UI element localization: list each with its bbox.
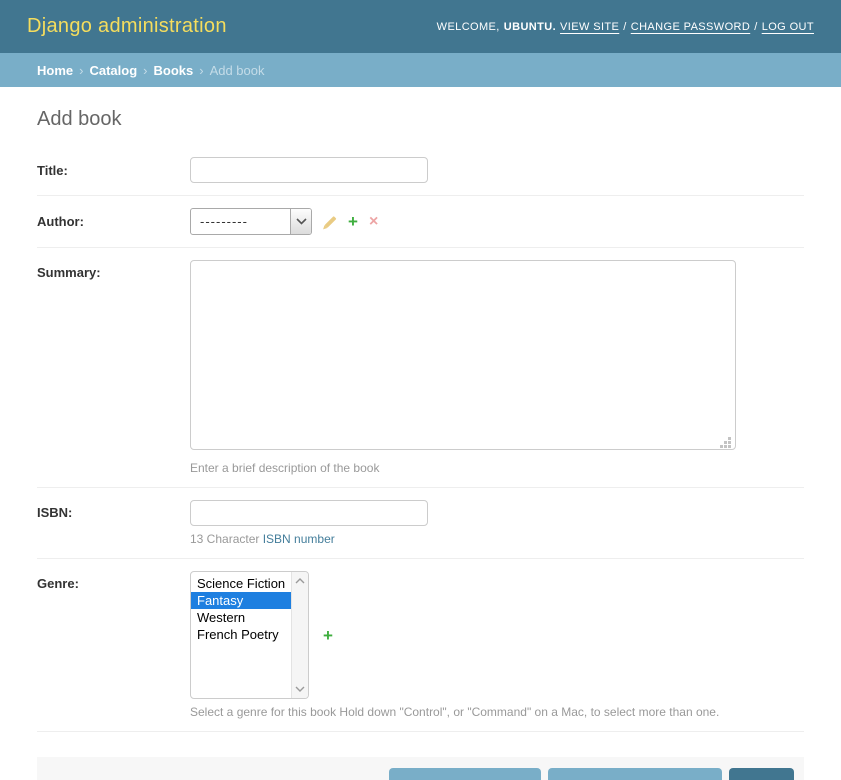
genre-multiselect[interactable]: Science FictionFantasyWesternFrench Poet…: [190, 571, 309, 699]
title-input[interactable]: [190, 157, 428, 183]
resize-grip-icon[interactable]: [728, 445, 731, 448]
listbox-scrollbar[interactable]: [291, 572, 308, 698]
breadcrumb-catalog[interactable]: Catalog: [89, 63, 137, 78]
author-field-row: Author: --------- + ×: [37, 196, 804, 248]
breadcrumb-home[interactable]: Home: [37, 63, 73, 78]
save-and-add-another-button[interactable]: Save and add another: [389, 768, 541, 780]
save-and-continue-button[interactable]: Save and continue editing: [548, 768, 722, 780]
breadcrumb: Home › Catalog › Books › Add book: [0, 53, 841, 87]
isbn-control: 13 Character ISBN number: [190, 500, 428, 546]
summary-label: Summary:: [37, 260, 190, 280]
isbn-field-row: ISBN: 13 Character ISBN number: [37, 488, 804, 559]
breadcrumb-separator: ›: [143, 63, 147, 78]
genre-option[interactable]: Science Fiction: [191, 575, 291, 592]
summary-control: Enter a brief description of the book: [190, 260, 736, 475]
author-label: Author:: [37, 214, 190, 229]
welcome-text: WELCOME,: [437, 21, 500, 33]
change-password-link[interactable]: CHANGE PASSWORD: [631, 21, 750, 33]
author-control: --------- + ×: [190, 208, 378, 235]
save-button[interactable]: SAVE: [729, 768, 794, 780]
summary-field-row: Summary: Enter a brief description of th…: [37, 248, 804, 488]
breadcrumb-current: Add book: [210, 63, 265, 78]
view-site-link[interactable]: VIEW SITE: [560, 21, 619, 33]
genre-option[interactable]: French Poetry: [191, 626, 291, 643]
genre-help-text: Select a genre for this book Hold down "…: [190, 705, 719, 719]
genre-options: Science FictionFantasyWesternFrench Poet…: [191, 572, 291, 698]
log-out-link[interactable]: LOG OUT: [762, 21, 814, 33]
author-related-actions: + ×: [324, 213, 378, 230]
summary-textarea[interactable]: [190, 260, 736, 450]
breadcrumb-books[interactable]: Books: [153, 63, 193, 78]
genre-field-row: Genre: Science FictionFantasyWesternFren…: [37, 559, 804, 732]
isbn-help-text: 13 Character ISBN number: [190, 532, 428, 546]
add-author-plus-icon[interactable]: +: [348, 213, 358, 230]
breadcrumb-separator: ›: [199, 63, 203, 78]
submit-row: Save and add another Save and continue e…: [37, 757, 804, 780]
delete-author-x-icon[interactable]: ×: [369, 214, 378, 230]
genre-control: Science FictionFantasyWesternFrench Poet…: [190, 571, 719, 699]
author-select[interactable]: ---------: [190, 208, 312, 235]
genre-control-wrap: Science FictionFantasyWesternFrench Poet…: [190, 571, 719, 719]
isbn-help-prefix: 13 Character: [190, 532, 263, 546]
username: UBUNTU.: [504, 21, 556, 33]
main-content: Add book Title: Author: --------- + ×: [0, 108, 841, 732]
breadcrumb-separator: ›: [79, 63, 83, 78]
add-book-form: Title: Author: --------- + × Summ: [37, 145, 804, 732]
user-tools: WELCOME, UBUNTU. VIEW SITE / CHANGE PASS…: [437, 21, 814, 33]
genre-label: Genre:: [37, 571, 190, 591]
separator: /: [623, 21, 626, 33]
admin-header: Django administration WELCOME, UBUNTU. V…: [0, 0, 841, 53]
author-selected-value: ---------: [191, 209, 290, 234]
separator: /: [754, 21, 757, 33]
summary-help-text: Enter a brief description of the book: [190, 461, 736, 475]
title-field-row: Title:: [37, 145, 804, 196]
isbn-number-link[interactable]: ISBN number: [263, 532, 335, 546]
title-label: Title:: [37, 163, 190, 178]
chevron-down-icon[interactable]: [290, 209, 311, 234]
add-genre-plus-icon[interactable]: +: [323, 627, 333, 644]
scroll-down-icon[interactable]: [295, 686, 305, 692]
isbn-label: ISBN:: [37, 500, 190, 520]
isbn-input[interactable]: [190, 500, 428, 526]
scroll-up-icon[interactable]: [295, 578, 305, 584]
genre-option[interactable]: Western: [191, 609, 291, 626]
site-title-link[interactable]: Django administration: [27, 15, 227, 38]
page-title: Add book: [37, 108, 804, 131]
edit-author-pencil-icon[interactable]: [324, 215, 336, 227]
summary-textarea-wrap: [190, 260, 736, 455]
genre-option[interactable]: Fantasy: [191, 592, 291, 609]
